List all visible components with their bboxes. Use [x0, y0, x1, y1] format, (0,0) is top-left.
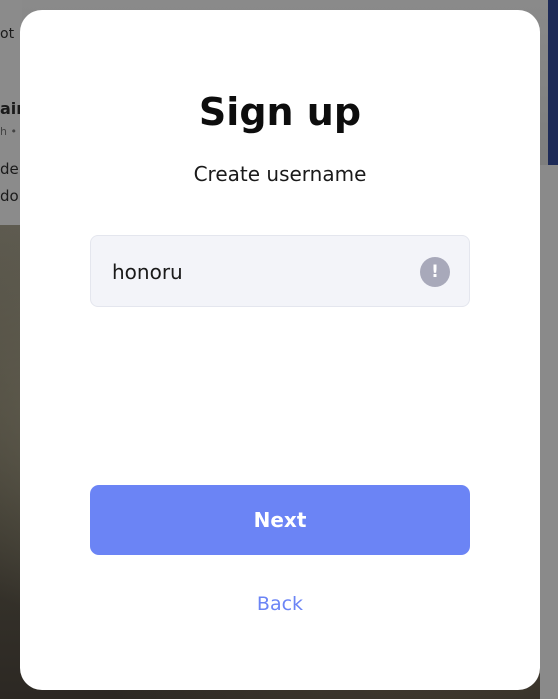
next-button[interactable]: Next — [90, 485, 470, 555]
signup-modal: Sign up Create username ! Next Back — [20, 10, 540, 690]
modal-title: Sign up — [198, 90, 362, 134]
username-field-container: ! — [90, 235, 470, 307]
background-right-strip — [548, 0, 558, 165]
back-link[interactable]: Back — [20, 593, 540, 615]
background-text: ot — [0, 26, 15, 42]
username-input[interactable] — [112, 256, 412, 288]
background-text: h • — [0, 125, 17, 138]
modal-subtitle: Create username — [193, 162, 367, 186]
background-right-panel — [540, 165, 558, 699]
exclamation-icon: ! — [420, 257, 450, 287]
